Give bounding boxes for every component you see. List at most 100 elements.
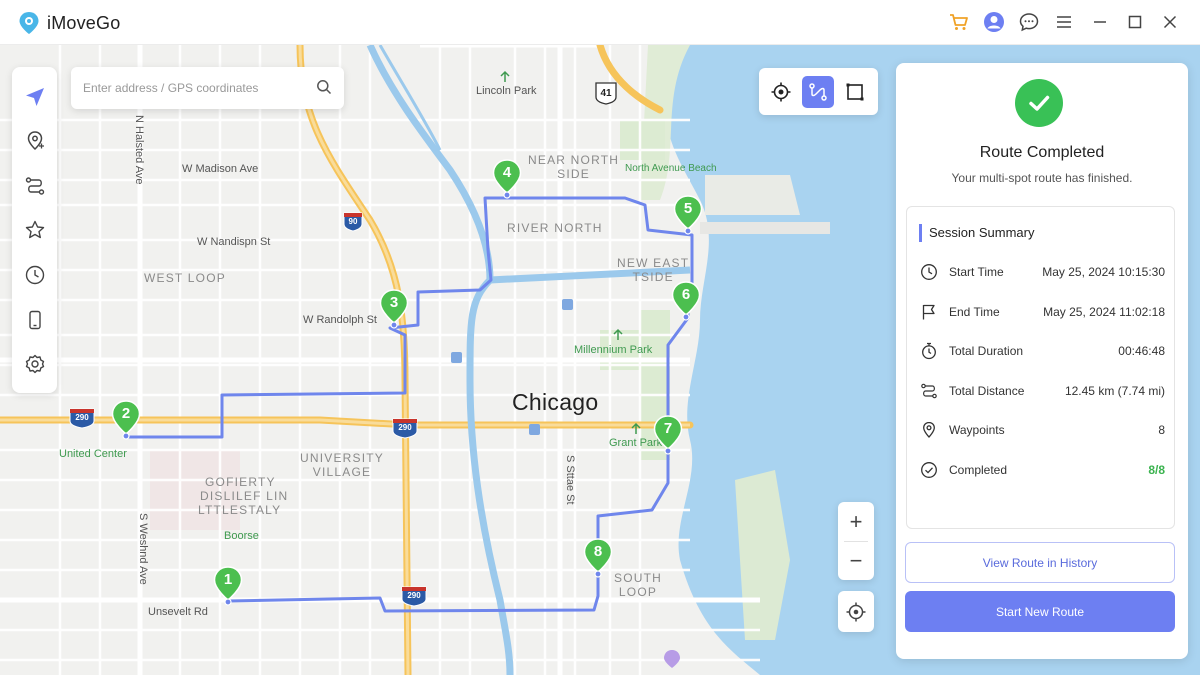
close-icon[interactable] (1158, 10, 1182, 34)
row-value: 00:46:48 (1118, 344, 1165, 358)
label-n-halsted-ave: N Halsted Ave (133, 115, 145, 185)
label-boorse: Boorse (224, 530, 259, 542)
teleport-mode-button[interactable] (22, 84, 47, 109)
locate-mode-button[interactable] (765, 76, 797, 108)
label-gofierty: GOFIERTY (205, 475, 276, 489)
maximize-icon[interactable] (1123, 10, 1147, 34)
stopwatch-icon (919, 341, 939, 361)
device-button[interactable] (22, 307, 47, 332)
menu-icon[interactable] (1052, 10, 1076, 34)
waypoint-number: 7 (663, 420, 673, 437)
shield-41-label: 41 (600, 88, 612, 99)
row-label: Waypoints (949, 423, 1005, 437)
multi-spot-button[interactable] (22, 128, 47, 153)
check-circle-icon (919, 460, 939, 480)
cart-icon[interactable] (947, 10, 971, 34)
waypoint-number: 3 (389, 294, 399, 311)
summary-row-start-time: Start Time May 25, 2024 10:15:30 (919, 261, 1165, 283)
summary-row-end-time: End Time May 25, 2024 11:02:18 (919, 301, 1165, 323)
summary-row-completed: Completed 8/8 (919, 459, 1165, 481)
row-value: 8 (1158, 423, 1165, 437)
session-summary-card: Session Summary Start Time May 25, 2024 … (906, 206, 1175, 529)
left-toolbar (12, 67, 57, 393)
waypoint-pin-3[interactable]: 3 (379, 289, 409, 331)
route-completed-panel: Route Completed Your multi-spot route ha… (896, 63, 1188, 659)
panel-title: Route Completed (979, 144, 1105, 161)
panel-subtitle: Your multi-spot route has finished. (951, 171, 1133, 185)
label-north-avenue-beach: North Avenue Beach (625, 163, 717, 174)
my-location-button[interactable] (838, 591, 874, 632)
area-mode-button[interactable] (839, 76, 871, 108)
waypoint-pin-7[interactable]: 7 (653, 415, 683, 457)
shield-290-b-label: 290 (398, 423, 412, 432)
label-millennium-park: Millennium Park (574, 344, 653, 356)
row-label: Start Time (949, 265, 1004, 279)
waypoint-pin-2[interactable]: 2 (111, 400, 141, 442)
start-new-route-button[interactable]: Start New Route (905, 591, 1175, 632)
route-mode-button[interactable] (22, 173, 47, 198)
waypoint-number: 1 (223, 571, 233, 588)
shield-290-c-label: 290 (407, 591, 421, 600)
zoom-controls: + − (838, 502, 874, 580)
route-icon (25, 176, 44, 195)
shield-290-a-label: 290 (75, 413, 89, 422)
zoom-in-button[interactable]: + (838, 502, 874, 541)
pin-icon (919, 420, 939, 440)
success-check-icon (1015, 79, 1063, 127)
clock-icon (919, 262, 939, 282)
favorites-button[interactable] (22, 217, 47, 242)
label-district-blurred: DISLILEF LIN (200, 489, 289, 503)
zoom-out-button[interactable]: − (838, 541, 874, 580)
phone-icon (28, 310, 41, 329)
settings-button[interactable] (22, 351, 47, 376)
waypoint-number: 5 (683, 200, 693, 217)
label-university-village: UNIVERSITY VILLAGE (300, 451, 385, 479)
row-value: May 25, 2024 10:15:30 (1042, 265, 1165, 279)
label-s-weshnd-ave: S Weshnd Ave (137, 513, 149, 585)
app-title: iMoveGo (47, 13, 121, 33)
row-value: 12.45 km (7.74 mi) (1064, 384, 1165, 398)
locate-me-icon (846, 602, 866, 621)
row-label: End Time (949, 305, 1000, 319)
minimize-icon[interactable] (1088, 10, 1112, 34)
waypoint-number: 4 (502, 164, 512, 181)
clock-icon (25, 265, 44, 284)
label-s-state-st: S Sttae St (564, 455, 576, 505)
label-w-madison-ave: W Madison Ave (182, 163, 259, 175)
route-icon (919, 381, 939, 401)
flag-icon (919, 302, 939, 322)
navigation-arrow-icon (25, 87, 44, 106)
shield-90-label: 90 (348, 217, 358, 226)
waypoint-pin-8[interactable]: 8 (583, 538, 613, 580)
summary-row-total-distance: Total Distance 12.45 km (7.74 mi) (919, 380, 1165, 402)
row-label: Total Duration (949, 344, 1024, 358)
row-label: Completed (949, 463, 1008, 477)
search-input[interactable] (83, 78, 308, 98)
label-lincoln-park: Lincoln Park (476, 85, 537, 97)
app-logo-icon (19, 12, 39, 34)
label-united-center: United Center (59, 448, 127, 460)
waypoint-pin-6[interactable]: 6 (671, 281, 701, 323)
user-avatar-icon[interactable] (982, 10, 1006, 34)
search-icon[interactable] (316, 79, 332, 100)
waypoint-pin-4[interactable]: 4 (492, 159, 522, 201)
square-select-icon (846, 83, 864, 101)
row-value: May 25, 2024 11:02:18 (1043, 305, 1165, 319)
summary-title: Session Summary (919, 224, 1034, 242)
waypoint-pin-1[interactable]: 1 (213, 566, 243, 608)
history-button[interactable] (22, 262, 47, 287)
label-near-north-side: NEAR NORTH SIDE (528, 153, 620, 181)
summary-row-total-duration: Total Duration 00:46:48 (919, 340, 1165, 362)
route-mode-toggle[interactable] (802, 76, 834, 108)
crosshair-icon (771, 82, 791, 102)
waypoint-number: 8 (593, 543, 603, 560)
chat-icon[interactable] (1017, 10, 1041, 34)
gear-icon (25, 354, 44, 373)
label-w-nandispn-st: W Nandispn St (197, 236, 271, 248)
search-box (71, 67, 344, 109)
waypoint-pin-5[interactable]: 5 (673, 195, 703, 237)
label-river-north: RIVER NORTH (507, 221, 603, 235)
star-icon (25, 220, 44, 238)
view-route-history-button[interactable]: View Route in History (905, 542, 1175, 583)
row-value: 8/8 (1148, 463, 1165, 477)
